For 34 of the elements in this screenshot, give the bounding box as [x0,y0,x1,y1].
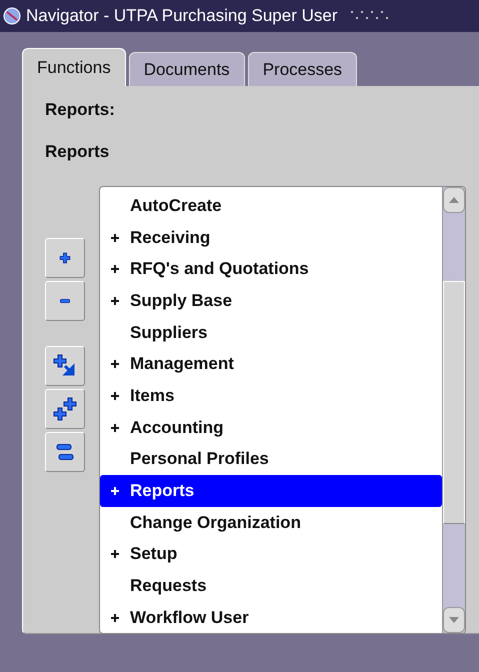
collapse-all-icon [55,441,75,463]
scroll-down-button[interactable] [443,607,465,633]
collapse-icon [57,297,73,305]
tree-item[interactable]: Change Organization [100,506,442,539]
up-arrow-icon [449,197,459,203]
window-title: Navigator - UTPA Purchasing Super User [26,6,338,26]
tree-item[interactable]: RFQ's and Quotations [100,253,442,286]
expand-all-icon [52,396,78,422]
tree-item[interactable]: Receiving [100,222,442,254]
expand-all-button[interactable] [45,389,85,429]
down-arrow-icon [449,617,459,623]
tab[interactable]: Documents [128,52,245,86]
tree-item[interactable]: Personal Profiles [100,444,442,476]
tree-item[interactable]: Reports [100,475,442,507]
tree-item[interactable]: Items [100,380,442,412]
tab[interactable]: Functions [22,48,126,86]
tab[interactable]: Processes [248,52,358,86]
tree-item[interactable]: Requests [100,570,442,602]
current-label: Reports [45,142,110,163]
tree-item[interactable]: Accounting [100,412,442,444]
expand-icon [57,250,73,266]
tree-item[interactable]: Management [100,348,442,380]
tree-item[interactable]: Setup [100,538,442,570]
tree-item[interactable]: Workflow User [100,602,442,633]
scroll-up-button[interactable] [443,187,465,213]
tree-item[interactable]: Supply Base [100,285,442,317]
path-label: Reports: [45,100,116,121]
collapse-button[interactable] [45,281,85,321]
scroll-thumb[interactable] [443,281,465,524]
tree-item[interactable]: Suppliers [100,316,442,348]
expand-button[interactable] [45,238,85,278]
expand-branch-button[interactable] [45,346,85,386]
collapse-all-button[interactable] [45,432,85,472]
tree-item[interactable]: AutoCreate [100,190,442,222]
